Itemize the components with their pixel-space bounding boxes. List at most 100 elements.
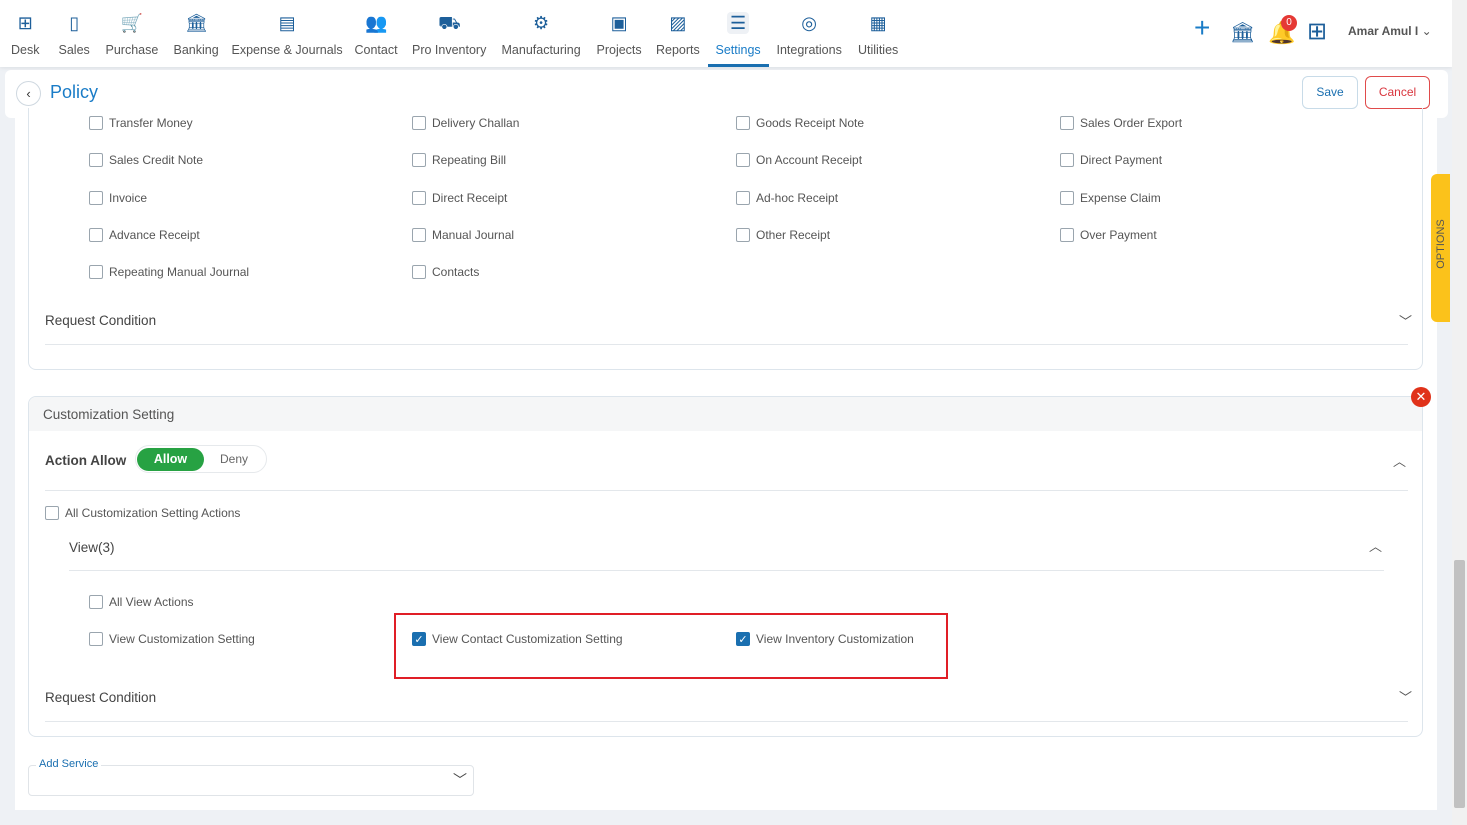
nav-reports[interactable]: ▨ Reports [656,0,700,67]
chevron-down-icon[interactable]: ﹀ [1399,311,1412,330]
inventory-icon: ⛟ [438,13,461,33]
close-section-icon[interactable]: ✕ [1411,387,1431,407]
permission-checkbox[interactable]: Expense Claim [1060,191,1161,205]
allow-deny-toggle[interactable]: Allow Deny [135,445,267,473]
checkbox-label: Contacts [432,265,480,279]
permission-checkbox[interactable]: Over Payment [1060,228,1157,242]
nav-settings[interactable]: ☰ Settings [707,0,769,67]
request-condition-label: Request Condition [45,690,157,705]
nav-desk[interactable]: ⊞ Desk [11,0,39,67]
checkbox-label: Expense Claim [1080,191,1161,205]
checkbox-label: Over Payment [1080,228,1157,242]
notification-badge: 0 [1281,15,1297,31]
checkbox-label: Sales Credit Note [109,153,204,167]
nav-label: Projects [596,43,642,57]
permission-checkbox[interactable]: Manual Journal [412,228,514,242]
nav-label: Expense & Journals [231,43,343,57]
nav-label: Utilities [858,43,899,57]
checkbox-label: Other Receipt [756,228,831,242]
add-icon[interactable]: + [1194,12,1210,44]
checkbox-label: Manual Journal [432,228,515,242]
checkbox-label: Repeating Manual Journal [109,265,250,279]
chevron-up-icon[interactable]: ︿ [1393,451,1406,470]
permission-checkbox[interactable]: Advance Receipt [89,228,200,242]
permission-checkbox[interactable]: Sales Order Export [1060,116,1182,130]
nav-banking[interactable]: 🏛 Banking [174,0,219,67]
permission-checkbox[interactable]: On Account Receipt [736,153,862,167]
nav-contact[interactable]: 👥 Contact [355,0,398,67]
cancel-button[interactable]: Cancel [1365,76,1430,109]
options-label: OPTIONS [1435,219,1447,269]
apps-grid-icon[interactable]: ⊞ [1307,17,1327,46]
nav-sales[interactable]: ▯ Sales [59,0,90,67]
save-button[interactable]: Save [1302,76,1358,109]
section-title: Customization Setting [29,397,1422,431]
checkbox-label: Advance Receipt [109,228,200,242]
view-customization-setting-checkbox[interactable]: View Customization Setting [89,632,255,646]
cart-icon: 🛒 [120,13,144,33]
permission-checkbox[interactable]: Goods Receipt Note [736,116,864,130]
checkbox-label: View Customization Setting [109,632,255,646]
permission-checkbox[interactable]: Transfer Money [89,116,193,130]
bank-icon: 🏛 [185,13,208,33]
back-button[interactable]: ‹ [16,81,41,106]
service-section: Request Condition ﹀ Transfer Money Delive… [28,108,1423,370]
nav-label: Banking [173,43,219,57]
desk-icon: ⊞ [17,13,33,33]
chevron-down-icon: ⌄ [1421,24,1432,38]
checkbox-label: On Account Receipt [756,153,863,167]
bank-transfer-icon[interactable]: 🏛 [1230,20,1255,45]
checkbox-label: Direct Payment [1080,153,1163,167]
nav-label: Sales [58,43,90,57]
permission-checkbox[interactable]: Ad-hoc Receipt [736,191,838,205]
nav-label: Integrations [776,43,842,57]
permission-checkbox[interactable]: Direct Receipt [412,191,507,205]
chevron-up-icon[interactable]: ︿ [1369,536,1382,555]
permission-checkbox[interactable]: Invoice [89,191,147,205]
customization-setting-section: Customization Setting Action Allow Allow… [28,396,1423,737]
permission-checkbox[interactable]: Sales Credit Note [89,153,203,167]
all-customization-actions-checkbox[interactable]: All Customization Setting Actions [45,506,240,520]
all-view-actions-checkbox[interactable]: All View Actions [89,595,194,609]
request-condition-label: Request Condition [45,313,157,328]
nav-integrations[interactable]: ◎ Integrations [777,0,842,67]
journal-icon: ▤ [278,13,296,33]
user-menu[interactable]: Amar Amul I ⌄ [1348,24,1432,38]
checkbox-label: Goods Receipt Note [756,116,865,130]
scrollbar-thumb[interactable] [1454,560,1465,808]
checkbox-label: Invoice [109,191,148,205]
add-service-label: Add Service [36,758,102,770]
nav-utilities[interactable]: ▦ Utilities [858,0,898,67]
nav-label: Manufacturing [501,43,581,57]
page-title: Policy [50,82,99,102]
nav-manufacturing[interactable]: ⚙ Manufacturing [502,0,581,67]
user-name: Amar Amul I [1348,24,1419,38]
checkbox-label: Transfer Money [109,116,193,130]
allow-option[interactable]: Allow [137,448,204,471]
nav-label: Purchase [105,43,159,57]
nav-projects[interactable]: ▣ Projects [597,0,642,67]
permission-checkbox[interactable]: Other Receipt [736,228,830,242]
utilities-icon: ▦ [869,13,887,33]
checkbox-label: Sales Order Export [1080,116,1183,130]
permission-checkbox[interactable]: Delivery Challan [412,116,519,130]
checkbox-label: Ad-hoc Receipt [756,191,839,205]
nav-label: Settings [715,43,761,57]
contact-icon: 👥 [365,13,388,33]
policy-content: Request Condition ﹀ Transfer Money Delive… [15,108,1437,810]
deny-option[interactable]: Deny [220,452,248,466]
sales-icon: ▯ [69,13,80,33]
nav-expense-journals[interactable]: ▤ Expense & Journals [232,0,343,67]
nav-label: Contact [354,43,398,57]
nav-pro-inventory[interactable]: ⛟ Pro Inventory [412,0,486,67]
reports-icon: ▨ [669,13,687,33]
permission-checkbox[interactable]: Repeating Manual Journal [89,265,249,279]
nav-purchase[interactable]: 🛒 Purchase [106,0,159,67]
projects-icon: ▣ [610,13,628,33]
permission-checkbox[interactable]: Direct Payment [1060,153,1162,167]
chevron-down-icon[interactable]: ﹀ [1399,687,1412,706]
scrollbar[interactable] [1452,0,1467,825]
permission-checkbox[interactable]: Contacts [412,265,479,279]
permission-checkbox[interactable]: Repeating Bill [412,153,506,167]
options-tab[interactable]: OPTIONS [1431,174,1450,322]
